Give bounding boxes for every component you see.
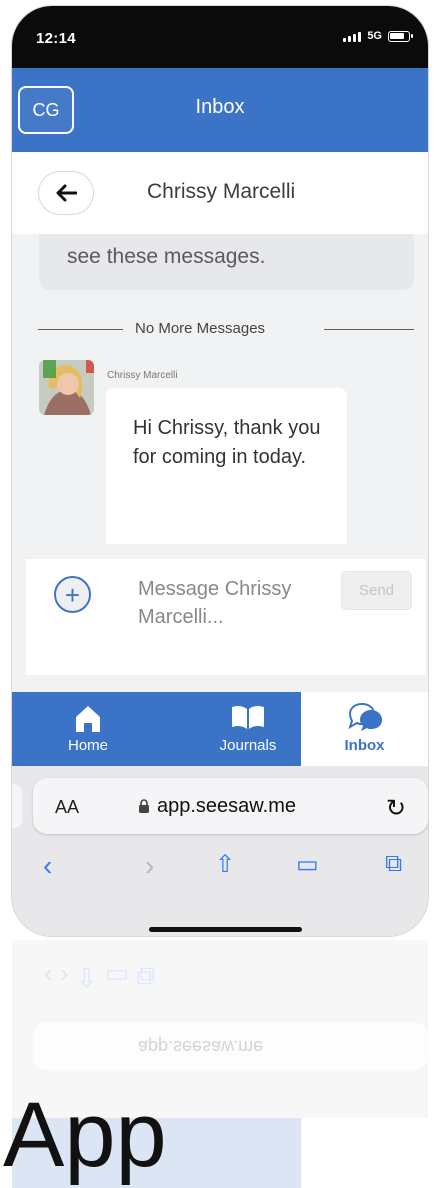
plus-icon: + <box>64 579 81 610</box>
no-more-messages: No More Messages <box>135 320 266 337</box>
home-icon <box>73 702 103 734</box>
previous-tab-preview[interactable] <box>12 784 22 828</box>
back-button[interactable] <box>38 171 94 215</box>
sender-avatar <box>39 360 94 415</box>
arrow-left-icon <box>56 184 77 202</box>
page-title: Inbox <box>195 96 245 118</box>
send-button[interactable]: Send <box>341 571 412 610</box>
reflection-controls: ‹ › ⇧ ▭ ⧉ <box>44 962 156 992</box>
conversation-header: Chrissy Marcelli <box>12 152 428 234</box>
home-indicator <box>149 927 302 932</box>
message-composer: + Message Chrissy Marcelli... Send <box>12 544 428 692</box>
url-field[interactable]: app.seesaw.me <box>138 795 296 818</box>
divider-line <box>324 329 414 330</box>
battery-icon <box>388 30 413 42</box>
status-indicators: 5G <box>343 30 413 42</box>
reflection-url: app.seesaw.me <box>138 1037 264 1057</box>
chat-bubble-icon <box>345 702 384 734</box>
profile-photo <box>39 360 94 415</box>
forward-icon: › <box>145 850 155 881</box>
network-label: 5G <box>367 30 382 42</box>
message-input[interactable]: Message Chrissy Marcelli... <box>138 575 318 675</box>
app-header: CG Inbox <box>12 68 428 152</box>
tab-home[interactable]: Home <box>43 692 133 766</box>
share-icon[interactable]: ⇧ <box>215 850 235 879</box>
tab-inbox[interactable]: Inbox <box>301 692 428 766</box>
tab-inbox-label: Inbox <box>344 737 385 754</box>
bottom-tab-bar: Home Journals Inbox <box>12 692 428 766</box>
reflection-inbox-tab <box>301 1118 428 1188</box>
phone-screen: 12:14 5G CG Inbox Chrissy Marcelli see t… <box>12 6 428 936</box>
reload-icon[interactable]: ↻ <box>386 794 406 823</box>
status-bar: 12:14 5G <box>12 6 428 68</box>
system-message: see these messages. <box>39 234 414 290</box>
address-bar[interactable]: AA app.seesaw.me ↻ <box>33 778 428 834</box>
status-time: 12:14 <box>36 30 76 47</box>
book-icon <box>230 702 266 734</box>
signal-icon <box>343 30 362 42</box>
bookmarks-icon[interactable]: ▭ <box>296 850 319 879</box>
back-icon[interactable]: ‹ <box>43 850 52 882</box>
lock-icon <box>139 799 149 813</box>
divider-line <box>38 329 123 330</box>
caption-app: App <box>3 1084 167 1186</box>
tabs-icon[interactable]: ⧉ <box>385 850 402 878</box>
add-attachment-button[interactable]: + <box>54 576 91 613</box>
message-bubble: Hi Chrissy, thank you for coming in toda… <box>106 388 347 544</box>
tab-journals[interactable]: Journals <box>178 692 318 766</box>
message-list[interactable]: see these messages. No More Messages Chr… <box>12 234 428 544</box>
url-text: app.seesaw.me <box>157 795 296 817</box>
conversation-name: Chrissy Marcelli <box>147 180 296 203</box>
sender-name: Chrissy Marcelli <box>107 370 178 381</box>
text-size-button[interactable]: AA <box>55 797 79 818</box>
tab-home-label: Home <box>67 737 108 754</box>
tab-journals-label: Journals <box>219 737 277 754</box>
browser-nav-controls: ‹ › ⇧ ▭ ⧉ <box>12 850 428 900</box>
browser-toolbar: AA app.seesaw.me ↻ ‹ › ⇧ ▭ ⧉ <box>12 766 428 936</box>
